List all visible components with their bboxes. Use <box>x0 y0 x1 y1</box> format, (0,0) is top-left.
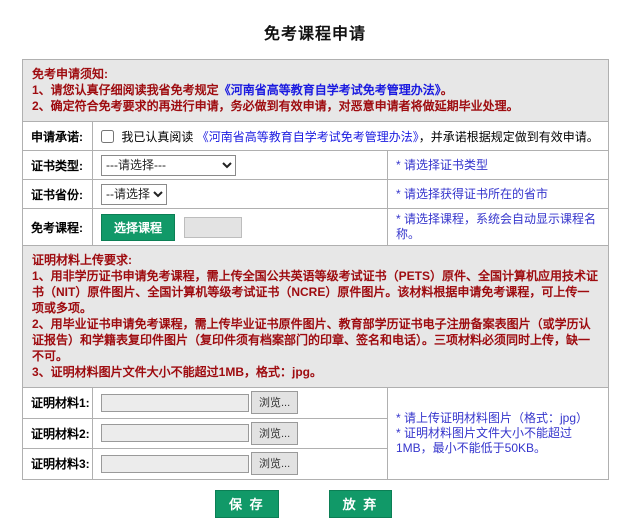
notice-section: 免考申请须知: 1、请您认真仔细阅读我省免考规定《河南省高等教育自学考试免考管理… <box>23 60 609 122</box>
promise-text-suffix: ，并承诺根据规定做到有效申请。 <box>419 130 599 144</box>
choose-course-button[interactable]: 选择课程 <box>101 214 175 241</box>
regulation-link[interactable]: 《河南省高等教育自学考试免考管理办法》 <box>219 83 441 97</box>
material-3-content: 浏览... <box>93 449 388 480</box>
cert-province-select[interactable]: --请选择-- <box>101 184 167 205</box>
cert-type-content: ---请选择--- <box>93 151 388 180</box>
cert-type-label: 证书类型: <box>23 151 93 180</box>
material-3-label: 证明材料3: <box>23 449 93 480</box>
application-form-table: 免考申请须知: 1、请您认真仔细阅读我省免考规定《河南省高等教育自学考试免考管理… <box>22 59 609 480</box>
material-2-file-input: 浏览... <box>101 422 298 445</box>
exempt-course-content: 选择课程 <box>93 209 388 246</box>
upload-req-title: 证明材料上传要求: <box>32 252 599 268</box>
notice-section-row: 免考申请须知: 1、请您认真仔细阅读我省免考规定《河南省高等教育自学考试免考管理… <box>23 60 609 122</box>
promise-label: 申请承诺: <box>23 122 93 151</box>
material-1-filename-field[interactable] <box>101 394 249 412</box>
material-3-filename-field[interactable] <box>101 455 249 473</box>
material-2-filename-field[interactable] <box>101 424 249 442</box>
material-2-content: 浏览... <box>93 418 388 449</box>
cert-province-row: 证书省份: --请选择-- * 请选择获得证书所在的省市 <box>23 180 609 209</box>
material-row-1: 证明材料1: 浏览... * 请上传证明材料图片（格式：jpg） * 证明材料图… <box>23 388 609 419</box>
material-1-content: 浏览... <box>93 388 388 419</box>
material-1-browse-button[interactable]: 浏览... <box>251 391 298 414</box>
materials-hint-line-2: * 证明材料图片文件大小不能超过1MB，最小不能低于50KB。 <box>396 426 604 456</box>
upload-req-item-3: 3、证明材料图片文件大小不能超过1MB，格式：jpg。 <box>32 364 599 380</box>
action-buttons: 保 存 放 弃 <box>215 490 630 518</box>
promise-regulation-link[interactable]: 《河南省高等教育自学考试免考管理办法》 <box>197 130 419 144</box>
notice-line1-suffix: 。 <box>441 83 453 97</box>
promise-content: 我已认真阅读 《河南省高等教育自学考试免考管理办法》，并承诺根据规定做到有效申请… <box>93 122 609 151</box>
cert-province-label: 证书省份: <box>23 180 93 209</box>
course-name-field[interactable] <box>184 217 242 238</box>
exempt-course-row: 免考课程: 选择课程 * 请选择课程，系统会自动显示课程名称。 <box>23 209 609 246</box>
notice-line-2: 2、确定符合免考要求的再进行申请，务必做到有效申请，对恶意申请者将做延期毕业处理… <box>32 98 599 114</box>
upload-requirements-section: 证明材料上传要求: 1、用非学历证书申请免考课程，需上传全国公共英语等级考试证书… <box>23 246 609 388</box>
page-title: 免考课程申请 <box>0 0 630 44</box>
cert-province-hint: * 请选择获得证书所在的省市 <box>388 180 609 209</box>
material-2-label: 证明材料2: <box>23 418 93 449</box>
exempt-course-label: 免考课程: <box>23 209 93 246</box>
notice-line-1: 1、请您认真仔细阅读我省免考规定《河南省高等教育自学考试免考管理办法》。 <box>32 82 599 98</box>
material-3-browse-button[interactable]: 浏览... <box>251 452 298 475</box>
material-2-browse-button[interactable]: 浏览... <box>251 422 298 445</box>
materials-hint: * 请上传证明材料图片（格式：jpg） * 证明材料图片文件大小不能超过1MB，… <box>388 388 609 480</box>
cert-province-content: --请选择-- <box>93 180 388 209</box>
cancel-button[interactable]: 放 弃 <box>329 490 393 518</box>
notice-line1-text: 1、请您认真仔细阅读我省免考规定 <box>32 83 219 97</box>
material-3-file-input: 浏览... <box>101 452 298 475</box>
upload-req-item-2: 2、用毕业证书申请免考课程，需上传毕业证书原件图片、教育部学历证书电子注册备案表… <box>32 316 599 364</box>
promise-checkbox[interactable] <box>101 130 114 143</box>
upload-requirements-row: 证明材料上传要求: 1、用非学历证书申请免考课程，需上传全国公共英语等级考试证书… <box>23 246 609 388</box>
save-button[interactable]: 保 存 <box>215 490 279 518</box>
material-1-file-input: 浏览... <box>101 391 298 414</box>
cert-type-row: 证书类型: ---请选择--- * 请选择证书类型 <box>23 151 609 180</box>
exempt-course-hint: * 请选择课程，系统会自动显示课程名称。 <box>388 209 609 246</box>
cert-type-select[interactable]: ---请选择--- <box>101 155 236 176</box>
material-1-label: 证明材料1: <box>23 388 93 419</box>
promise-row: 申请承诺: 我已认真阅读 《河南省高等教育自学考试免考管理办法》，并承诺根据规定… <box>23 122 609 151</box>
cert-type-hint: * 请选择证书类型 <box>388 151 609 180</box>
notice-title: 免考申请须知: <box>32 66 599 82</box>
promise-text-prefix: 我已认真阅读 <box>121 130 196 144</box>
upload-req-item-1: 1、用非学历证书申请免考课程，需上传全国公共英语等级考试证书（PETS）原件、全… <box>32 268 599 316</box>
materials-hint-line-1: * 请上传证明材料图片（格式：jpg） <box>396 411 604 426</box>
